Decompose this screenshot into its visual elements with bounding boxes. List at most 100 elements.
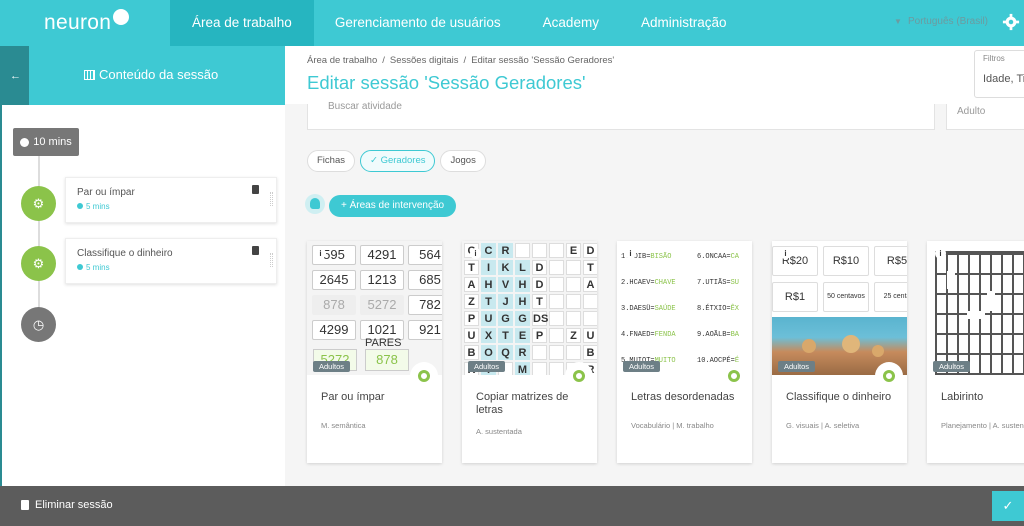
chip-geradores[interactable]: ✓ Geradores	[359, 150, 436, 172]
age-tag: Adultos	[933, 361, 971, 372]
letter-cell: H	[481, 277, 496, 292]
top-navigation-bar: neuron Área de trabalho Gerenciamento de…	[0, 0, 1024, 46]
number-cell: 564	[408, 245, 442, 265]
info-icon[interactable]: i	[935, 248, 946, 259]
session-content-title: Conteúdo da sessão	[84, 67, 218, 82]
info-icon[interactable]: i	[315, 248, 326, 259]
age-tag: Adultos	[778, 361, 816, 372]
check-icon: ✓	[369, 155, 381, 166]
activity-card-classifique-o-dinheiro[interactable]: Classifique o dinheiro 5 mins	[65, 238, 277, 284]
word-scrambled: 9.AOÃLB=	[697, 331, 731, 339]
word-answer: CHAVE	[654, 279, 676, 287]
clock-icon	[20, 137, 30, 147]
language-selector[interactable]: ▼ Português (Brasil)	[894, 16, 988, 27]
letter-cell: G	[498, 311, 513, 326]
breadcrumb-item[interactable]: Sessões digitais	[390, 55, 459, 66]
letter-cell: T	[498, 328, 513, 343]
bottom-action-bar: Eliminar sessão ✓	[0, 486, 1024, 526]
confirm-button[interactable]: ✓	[992, 491, 1024, 521]
letter-cell	[566, 260, 581, 275]
pares-number: 878	[365, 349, 409, 371]
letter-cell: I	[481, 260, 496, 275]
word-answer: SAÚDE	[654, 305, 676, 313]
brain-head-icon	[305, 194, 325, 214]
card-thumbnail: CCREDTIKLDTAHVHDAZTJHTPUGGDSUXTEPZUBOQRB…	[462, 241, 597, 375]
card-thumbnail: 595 4291 564 2645 1213 685 878 5272 782 …	[307, 241, 442, 375]
info-icon[interactable]: i	[470, 248, 481, 259]
card-thumbnail: i Adultos	[927, 241, 1024, 375]
word-answer: CA	[730, 253, 740, 261]
number-cell: 1213	[360, 270, 404, 290]
info-icon[interactable]: i	[780, 248, 791, 259]
letter-cell	[566, 345, 581, 360]
letter-cell	[549, 277, 564, 292]
session-content-label: Conteúdo da sessão	[99, 67, 219, 82]
drag-handle-icon[interactable]	[270, 192, 273, 206]
chip-jogos[interactable]: Jogos	[440, 150, 486, 172]
number-cell: 2645	[312, 270, 356, 290]
card-classifique-o-dinheiro[interactable]: R$20 R$10 R$5 R$1 50 centavos 25 centa i…	[772, 241, 907, 463]
letter-cell	[549, 294, 564, 309]
trash-icon[interactable]	[252, 185, 259, 194]
money-cell: R$5	[874, 246, 907, 276]
main-nav: Área de trabalho Gerenciamento de usuári…	[170, 0, 748, 46]
chip-fichas[interactable]: Fichas	[307, 150, 355, 172]
gear-icon[interactable]	[1002, 13, 1020, 31]
generator-activity-icon: ⚙	[21, 186, 56, 221]
age-placeholder: Adulto	[957, 106, 986, 117]
session-duration-badge: 10 mins	[13, 128, 79, 156]
card-copiar-matrizes[interactable]: CCREDTIKLDTAHVHDAZTJHTPUGGDSUXTEPZUBOQRB…	[462, 241, 597, 463]
nav-item-academy[interactable]: Academy	[522, 0, 620, 46]
clock-end-icon: ◷	[21, 307, 56, 342]
activity-time: 5 mins	[77, 202, 110, 211]
drag-handle-icon[interactable]	[270, 253, 273, 267]
breadcrumb-item[interactable]: Área de trabalho	[307, 55, 377, 66]
delete-session-button[interactable]: Eliminar sessão	[21, 499, 113, 511]
nav-item-gerenciamento-usuarios[interactable]: Gerenciamento de usuários	[314, 0, 522, 46]
word-answer: ÊX	[730, 305, 740, 313]
generator-activity-icon: ⚙	[21, 246, 56, 281]
card-skills: A. sustentada	[476, 427, 522, 436]
neuron-logo[interactable]: neuron	[0, 0, 170, 46]
card-labirinto[interactable]: i Adultos Labirinto Planejamento | A. su…	[927, 241, 1024, 463]
nav-item-area-de-trabalho[interactable]: Área de trabalho	[170, 0, 314, 46]
number-cell: 878	[312, 295, 356, 315]
letter-cell: L	[515, 260, 530, 275]
letter-cell: A	[464, 277, 479, 292]
letter-cell	[532, 345, 547, 360]
back-button[interactable]: ←	[2, 46, 29, 105]
money-cell: 50 centavos	[823, 282, 869, 312]
letter-cell: G	[515, 311, 530, 326]
search-input[interactable]: Buscar atividade	[307, 101, 935, 130]
letter-cell: P	[464, 311, 479, 326]
letter-cell: T	[532, 294, 547, 309]
letter-cell: Z	[464, 294, 479, 309]
activity-time-label: 5 mins	[86, 202, 110, 211]
word-row: 4.FNAED=FENDA	[621, 331, 676, 339]
letter-cell: A	[583, 277, 597, 292]
card-title: Letras desordenadas	[631, 391, 735, 403]
intervention-areas-button[interactable]: + Áreas de intervenção	[329, 195, 457, 217]
card-par-ou-impar[interactable]: 595 4291 564 2645 1213 685 878 5272 782 …	[307, 241, 442, 463]
clock-icon	[77, 264, 83, 270]
activity-time-label: 5 mins	[86, 263, 110, 272]
filters-dropdown[interactable]: Filtros Idade, Tip	[974, 50, 1024, 98]
number-cell: 921	[408, 320, 442, 340]
letter-cell: H	[515, 277, 530, 292]
card-letras-desordenadas[interactable]: 1.SOIB=BISÃO 2.HCAEV=CHAVE 3.DAESÜ=SAÚDE 4.…	[617, 241, 752, 463]
delete-session-label: Eliminar sessão	[35, 499, 113, 511]
trash-icon[interactable]	[252, 246, 259, 255]
letter-cell: DS	[532, 311, 549, 326]
number-cell: 685	[408, 270, 442, 290]
word-row: 9.AOÃLB=BA	[697, 331, 739, 339]
age-tag: Adultos	[313, 361, 351, 372]
info-icon[interactable]: i	[625, 248, 636, 259]
activity-card-par-ou-impar[interactable]: Par ou ímpar 5 mins	[65, 177, 277, 223]
duration-label: 10 mins	[33, 136, 72, 148]
age-filter-input[interactable]: Adulto	[946, 104, 1024, 130]
word-row: 6.ONCAA=CA	[697, 253, 739, 261]
nav-item-administracao[interactable]: Administração	[620, 0, 748, 46]
breadcrumb-item: Editar sessão 'Sessão Geradores'	[471, 55, 615, 66]
card-skills: Vocabulário | M. trabalho	[631, 421, 714, 430]
letter-cell	[566, 311, 581, 326]
